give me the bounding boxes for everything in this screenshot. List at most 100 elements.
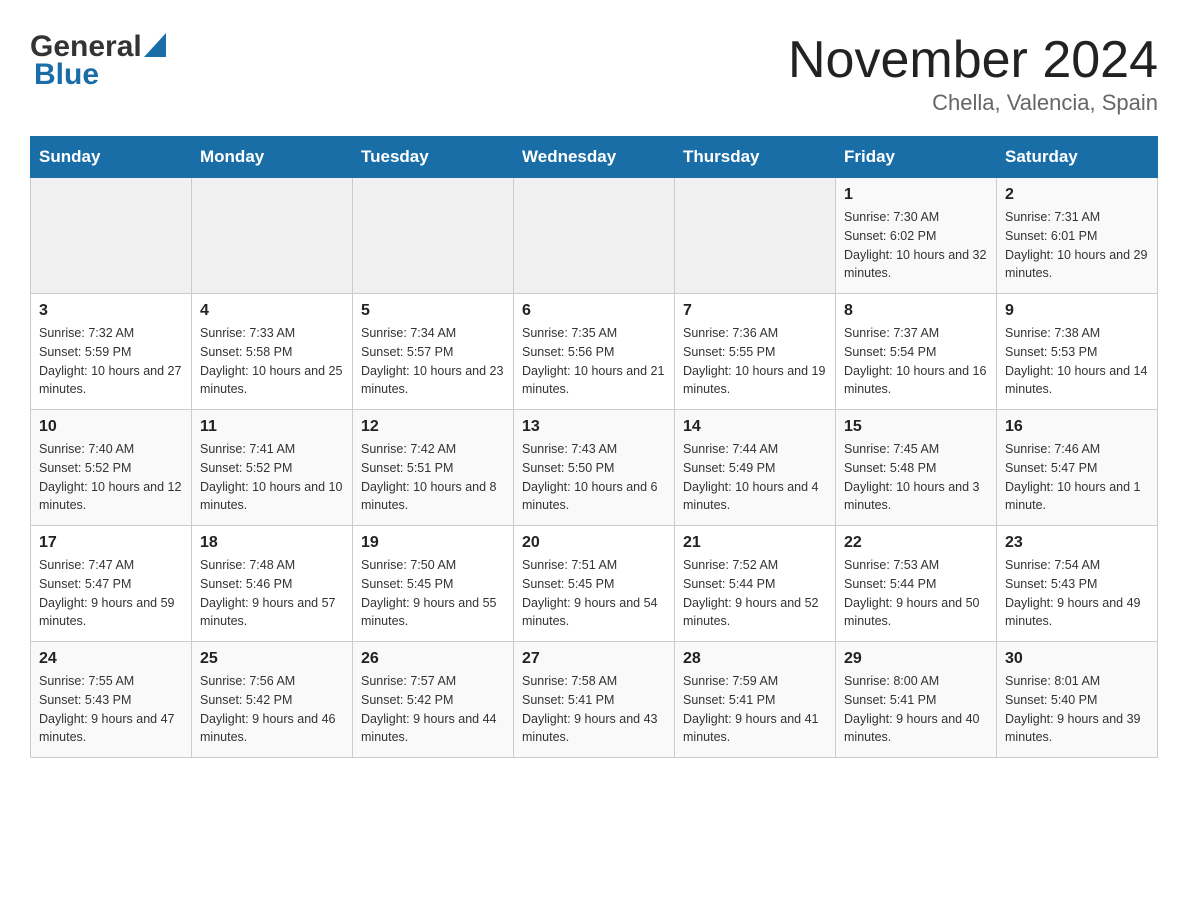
calendar-cell: 25 Sunrise: 7:56 AMSunset: 5:42 PMDayligh… bbox=[192, 642, 353, 758]
day-header-thursday: Thursday bbox=[675, 137, 836, 178]
day-number: 27 bbox=[522, 650, 666, 668]
day-number: 23 bbox=[1005, 534, 1149, 552]
calendar-cell: 3 Sunrise: 7:32 AMSunset: 5:59 PMDaylight… bbox=[31, 294, 192, 410]
calendar-cell bbox=[31, 178, 192, 294]
day-number: 6 bbox=[522, 302, 666, 320]
calendar-cell: 4 Sunrise: 7:33 AMSunset: 5:58 PMDaylight… bbox=[192, 294, 353, 410]
month-title: November 2024 bbox=[788, 30, 1158, 90]
day-info: Sunrise: 7:43 AMSunset: 5:50 PMDaylight:… bbox=[522, 440, 666, 515]
calendar-header-row: SundayMondayTuesdayWednesdayThursdayFrid… bbox=[31, 137, 1158, 178]
day-info: Sunrise: 8:00 AMSunset: 5:41 PMDaylight:… bbox=[844, 672, 988, 747]
calendar-cell: 28 Sunrise: 7:59 AMSunset: 5:41 PMDayligh… bbox=[675, 642, 836, 758]
day-info: Sunrise: 7:41 AMSunset: 5:52 PMDaylight:… bbox=[200, 440, 344, 515]
calendar-cell: 12Sunrise: 7:42 AMSunset: 5:51 PMDayligh… bbox=[353, 410, 514, 526]
calendar-cell: 11Sunrise: 7:41 AMSunset: 5:52 PMDayligh… bbox=[192, 410, 353, 526]
day-info: Sunrise: 7:32 AMSunset: 5:59 PMDaylight:… bbox=[39, 324, 183, 399]
day-info: Sunrise: 7:34 AMSunset: 5:57 PMDaylight:… bbox=[361, 324, 505, 399]
calendar-week-row: 1 Sunrise: 7:30 AMSunset: 6:02 PMDaylight… bbox=[31, 178, 1158, 294]
day-header-wednesday: Wednesday bbox=[514, 137, 675, 178]
calendar-cell: 8 Sunrise: 7:37 AMSunset: 5:54 PMDaylight… bbox=[836, 294, 997, 410]
day-info: Sunrise: 7:38 AMSunset: 5:53 PMDaylight:… bbox=[1005, 324, 1149, 399]
calendar-week-row: 10Sunrise: 7:40 AMSunset: 5:52 PMDayligh… bbox=[31, 410, 1158, 526]
day-info: Sunrise: 7:31 AMSunset: 6:01 PMDaylight:… bbox=[1005, 208, 1149, 283]
day-info: Sunrise: 7:30 AMSunset: 6:02 PMDaylight:… bbox=[844, 208, 988, 283]
day-info: Sunrise: 7:57 AMSunset: 5:42 PMDaylight:… bbox=[361, 672, 505, 747]
day-number: 21 bbox=[683, 534, 827, 552]
day-number: 13 bbox=[522, 418, 666, 436]
calendar-week-row: 3 Sunrise: 7:32 AMSunset: 5:59 PMDaylight… bbox=[31, 294, 1158, 410]
day-info: Sunrise: 8:01 AMSunset: 5:40 PMDaylight:… bbox=[1005, 672, 1149, 747]
day-info: Sunrise: 7:44 AMSunset: 5:49 PMDaylight:… bbox=[683, 440, 827, 515]
calendar-cell: 7 Sunrise: 7:36 AMSunset: 5:55 PMDaylight… bbox=[675, 294, 836, 410]
calendar-cell: 6 Sunrise: 7:35 AMSunset: 5:56 PMDaylight… bbox=[514, 294, 675, 410]
day-number: 19 bbox=[361, 534, 505, 552]
day-info: Sunrise: 7:52 AMSunset: 5:44 PMDaylight:… bbox=[683, 556, 827, 631]
logo-triangle-icon bbox=[144, 33, 166, 57]
calendar-table: SundayMondayTuesdayWednesdayThursdayFrid… bbox=[30, 136, 1158, 758]
calendar-cell: 23 Sunrise: 7:54 AMSunset: 5:43 PMDayligh… bbox=[997, 526, 1158, 642]
day-info: Sunrise: 7:53 AMSunset: 5:44 PMDaylight:… bbox=[844, 556, 988, 631]
day-number: 30 bbox=[1005, 650, 1149, 668]
day-number: 16 bbox=[1005, 418, 1149, 436]
calendar-cell: 1 Sunrise: 7:30 AMSunset: 6:02 PMDaylight… bbox=[836, 178, 997, 294]
day-header-saturday: Saturday bbox=[997, 137, 1158, 178]
day-number: 22 bbox=[844, 534, 988, 552]
day-info: Sunrise: 7:54 AMSunset: 5:43 PMDaylight:… bbox=[1005, 556, 1149, 631]
page-header: General Blue November 2024 Chella, Valen… bbox=[30, 30, 1158, 116]
day-info: Sunrise: 7:59 AMSunset: 5:41 PMDaylight:… bbox=[683, 672, 827, 747]
calendar-cell: 21 Sunrise: 7:52 AMSunset: 5:44 PMDayligh… bbox=[675, 526, 836, 642]
day-info: Sunrise: 7:48 AMSunset: 5:46 PMDaylight:… bbox=[200, 556, 344, 631]
day-number: 18 bbox=[200, 534, 344, 552]
calendar-cell: 26 Sunrise: 7:57 AMSunset: 5:42 PMDayligh… bbox=[353, 642, 514, 758]
day-number: 24 bbox=[39, 650, 183, 668]
calendar-cell: 27 Sunrise: 7:58 AMSunset: 5:41 PMDayligh… bbox=[514, 642, 675, 758]
logo: General Blue bbox=[30, 30, 166, 92]
day-info: Sunrise: 7:58 AMSunset: 5:41 PMDaylight:… bbox=[522, 672, 666, 747]
day-number: 15 bbox=[844, 418, 988, 436]
day-number: 26 bbox=[361, 650, 505, 668]
day-number: 12 bbox=[361, 418, 505, 436]
day-info: Sunrise: 7:56 AMSunset: 5:42 PMDaylight:… bbox=[200, 672, 344, 747]
day-info: Sunrise: 7:37 AMSunset: 5:54 PMDaylight:… bbox=[844, 324, 988, 399]
day-info: Sunrise: 7:51 AMSunset: 5:45 PMDaylight:… bbox=[522, 556, 666, 631]
calendar-cell: 10Sunrise: 7:40 AMSunset: 5:52 PMDayligh… bbox=[31, 410, 192, 526]
calendar-cell: 13 Sunrise: 7:43 AMSunset: 5:50 PMDayligh… bbox=[514, 410, 675, 526]
day-number: 7 bbox=[683, 302, 827, 320]
calendar-cell bbox=[353, 178, 514, 294]
calendar-cell: 15 Sunrise: 7:45 AMSunset: 5:48 PMDayligh… bbox=[836, 410, 997, 526]
calendar-cell: 19 Sunrise: 7:50 AMSunset: 5:45 PMDayligh… bbox=[353, 526, 514, 642]
day-header-sunday: Sunday bbox=[31, 137, 192, 178]
day-info: Sunrise: 7:33 AMSunset: 5:58 PMDaylight:… bbox=[200, 324, 344, 399]
day-number: 20 bbox=[522, 534, 666, 552]
day-info: Sunrise: 7:45 AMSunset: 5:48 PMDaylight:… bbox=[844, 440, 988, 515]
day-number: 28 bbox=[683, 650, 827, 668]
calendar-cell: 30 Sunrise: 8:01 AMSunset: 5:40 PMDayligh… bbox=[997, 642, 1158, 758]
day-number: 5 bbox=[361, 302, 505, 320]
location-subtitle: Chella, Valencia, Spain bbox=[788, 90, 1158, 116]
day-info: Sunrise: 7:35 AMSunset: 5:56 PMDaylight:… bbox=[522, 324, 666, 399]
day-number: 3 bbox=[39, 302, 183, 320]
calendar-cell: 5 Sunrise: 7:34 AMSunset: 5:57 PMDaylight… bbox=[353, 294, 514, 410]
day-info: Sunrise: 7:46 AMSunset: 5:47 PMDaylight:… bbox=[1005, 440, 1149, 515]
day-header-tuesday: Tuesday bbox=[353, 137, 514, 178]
day-number: 8 bbox=[844, 302, 988, 320]
day-number: 10 bbox=[39, 418, 183, 436]
calendar-cell: 9Sunrise: 7:38 AMSunset: 5:53 PMDaylight… bbox=[997, 294, 1158, 410]
day-number: 1 bbox=[844, 186, 988, 204]
day-info: Sunrise: 7:55 AMSunset: 5:43 PMDaylight:… bbox=[39, 672, 183, 747]
calendar-cell: 18 Sunrise: 7:48 AMSunset: 5:46 PMDayligh… bbox=[192, 526, 353, 642]
calendar-week-row: 24 Sunrise: 7:55 AMSunset: 5:43 PMDayligh… bbox=[31, 642, 1158, 758]
day-number: 25 bbox=[200, 650, 344, 668]
calendar-cell: 17Sunrise: 7:47 AMSunset: 5:47 PMDayligh… bbox=[31, 526, 192, 642]
day-header-friday: Friday bbox=[836, 137, 997, 178]
title-block: November 2024 Chella, Valencia, Spain bbox=[788, 30, 1158, 116]
calendar-week-row: 17Sunrise: 7:47 AMSunset: 5:47 PMDayligh… bbox=[31, 526, 1158, 642]
calendar-cell: 14Sunrise: 7:44 AMSunset: 5:49 PMDayligh… bbox=[675, 410, 836, 526]
calendar-cell bbox=[514, 178, 675, 294]
day-info: Sunrise: 7:50 AMSunset: 5:45 PMDaylight:… bbox=[361, 556, 505, 631]
calendar-cell bbox=[192, 178, 353, 294]
day-number: 4 bbox=[200, 302, 344, 320]
day-number: 29 bbox=[844, 650, 988, 668]
calendar-cell: 24 Sunrise: 7:55 AMSunset: 5:43 PMDayligh… bbox=[31, 642, 192, 758]
day-info: Sunrise: 7:36 AMSunset: 5:55 PMDaylight:… bbox=[683, 324, 827, 399]
